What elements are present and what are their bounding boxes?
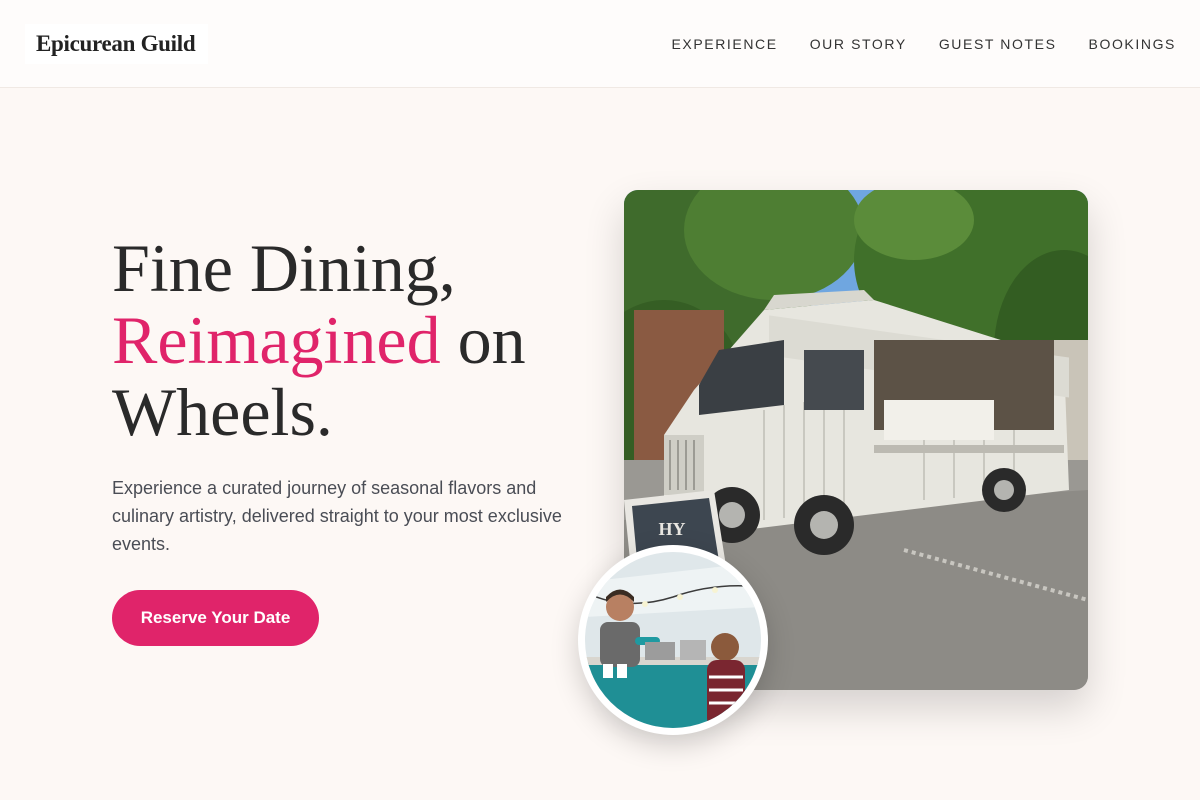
brand-logo[interactable]: Epicurean Guild: [25, 24, 208, 64]
nav-bookings[interactable]: BOOKINGS: [1089, 34, 1176, 54]
hero-title-on: on: [440, 302, 526, 378]
nav-our-story[interactable]: OUR STORY: [810, 34, 907, 54]
hero-title-accent: Reimagined: [112, 302, 441, 378]
hero-title-line3: Wheels.: [112, 374, 333, 450]
main-nav: EXPERIENCE OUR STORY GUEST NOTES BOOKING…: [671, 34, 1176, 54]
chef-illustration: [585, 552, 761, 728]
chef-photo-inset: [578, 545, 768, 735]
nav-guest-notes[interactable]: GUEST NOTES: [939, 34, 1057, 54]
reserve-date-button[interactable]: Reserve Your Date: [112, 590, 319, 646]
hero-title: Fine Dining, Reimagined on Wheels.: [112, 232, 582, 448]
sign-text: HY: [659, 519, 686, 539]
site-header: Epicurean Guild EXPERIENCE OUR STORY GUE…: [0, 0, 1200, 88]
hero-subtitle: Experience a curated journey of seasonal…: [112, 478, 562, 554]
nav-experience[interactable]: EXPERIENCE: [671, 34, 777, 54]
hero-title-line1: Fine Dining,: [112, 230, 456, 306]
